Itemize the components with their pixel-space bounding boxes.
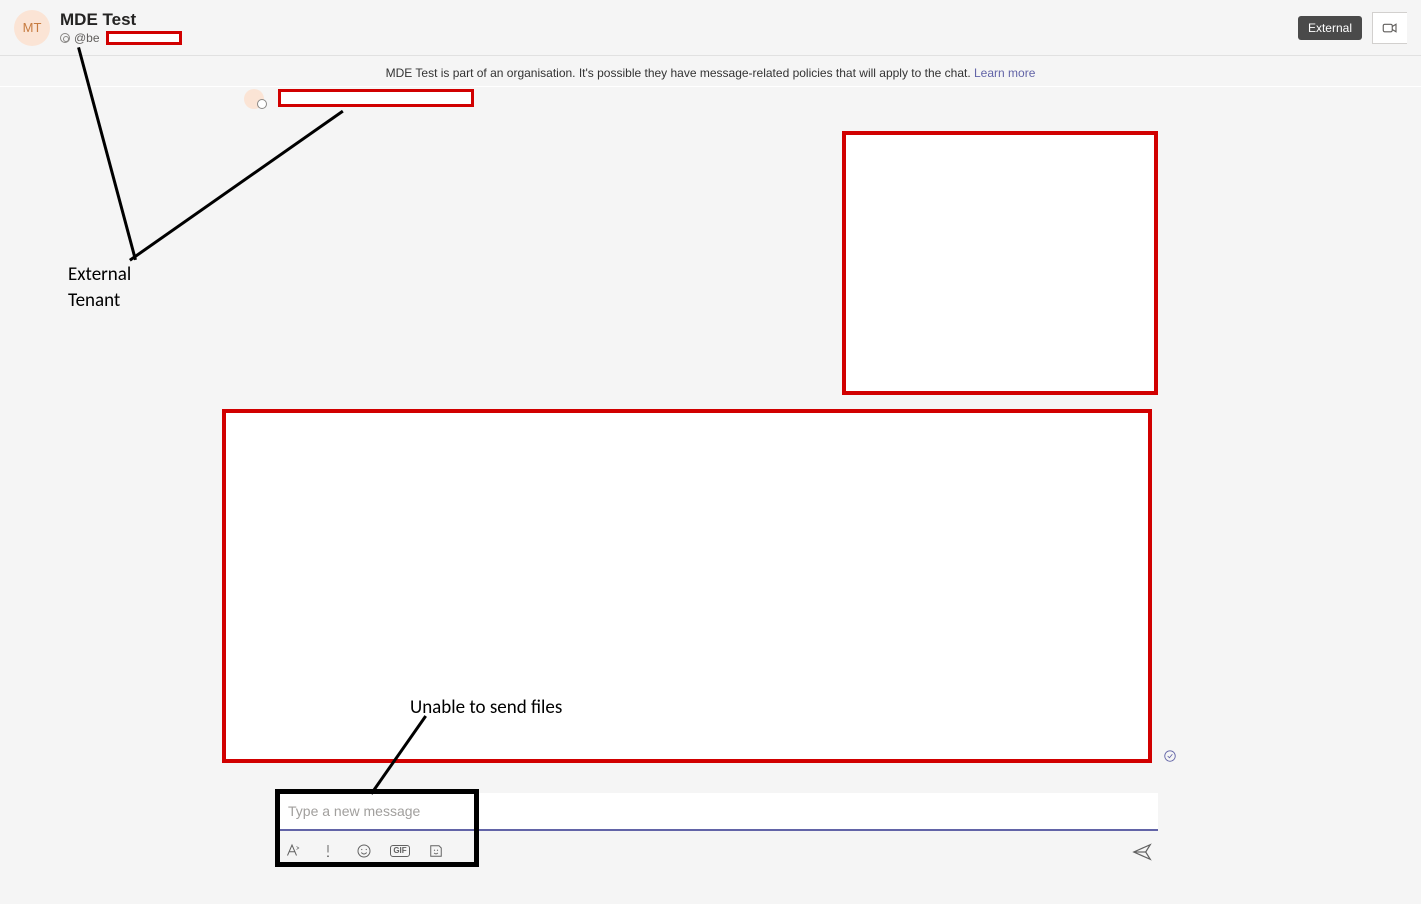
redaction-box [106, 31, 182, 45]
subtitle-row: @be [60, 31, 182, 45]
chat-header: MT MDE Test @be External [0, 0, 1421, 56]
avatar[interactable]: MT [14, 10, 50, 46]
learn-more-link[interactable]: Learn more [974, 66, 1035, 80]
read-receipt-icon [1163, 749, 1177, 768]
annotation-external-tenant: External Tenant [68, 262, 131, 313]
message-presence-icon [257, 99, 267, 109]
annotation-unable-files: Unable to send files [410, 696, 562, 719]
annotation-line1: External [68, 263, 131, 286]
avatar-initials: MT [23, 20, 42, 35]
send-button[interactable] [1131, 841, 1153, 868]
header-actions: External [1298, 12, 1407, 44]
policy-banner: MDE Test is part of an organisation. It'… [0, 56, 1421, 87]
annotation-box [275, 789, 479, 867]
contact-handle: @be [74, 31, 100, 45]
external-badge: External [1298, 16, 1362, 40]
redaction-box [222, 409, 1152, 763]
annotation-line2: Tenant [68, 289, 120, 312]
redaction-box [278, 89, 474, 107]
video-call-button[interactable] [1372, 12, 1407, 44]
presence-icon [60, 33, 70, 43]
chat-area: GIF External Tenant Unable to send files [0, 87, 1421, 867]
title-block: MDE Test @be [60, 10, 182, 45]
policy-text: MDE Test is part of an organisation. It'… [386, 66, 974, 80]
contact-name[interactable]: MDE Test [60, 10, 182, 30]
annotation-line [129, 110, 344, 262]
redaction-box [842, 131, 1158, 395]
